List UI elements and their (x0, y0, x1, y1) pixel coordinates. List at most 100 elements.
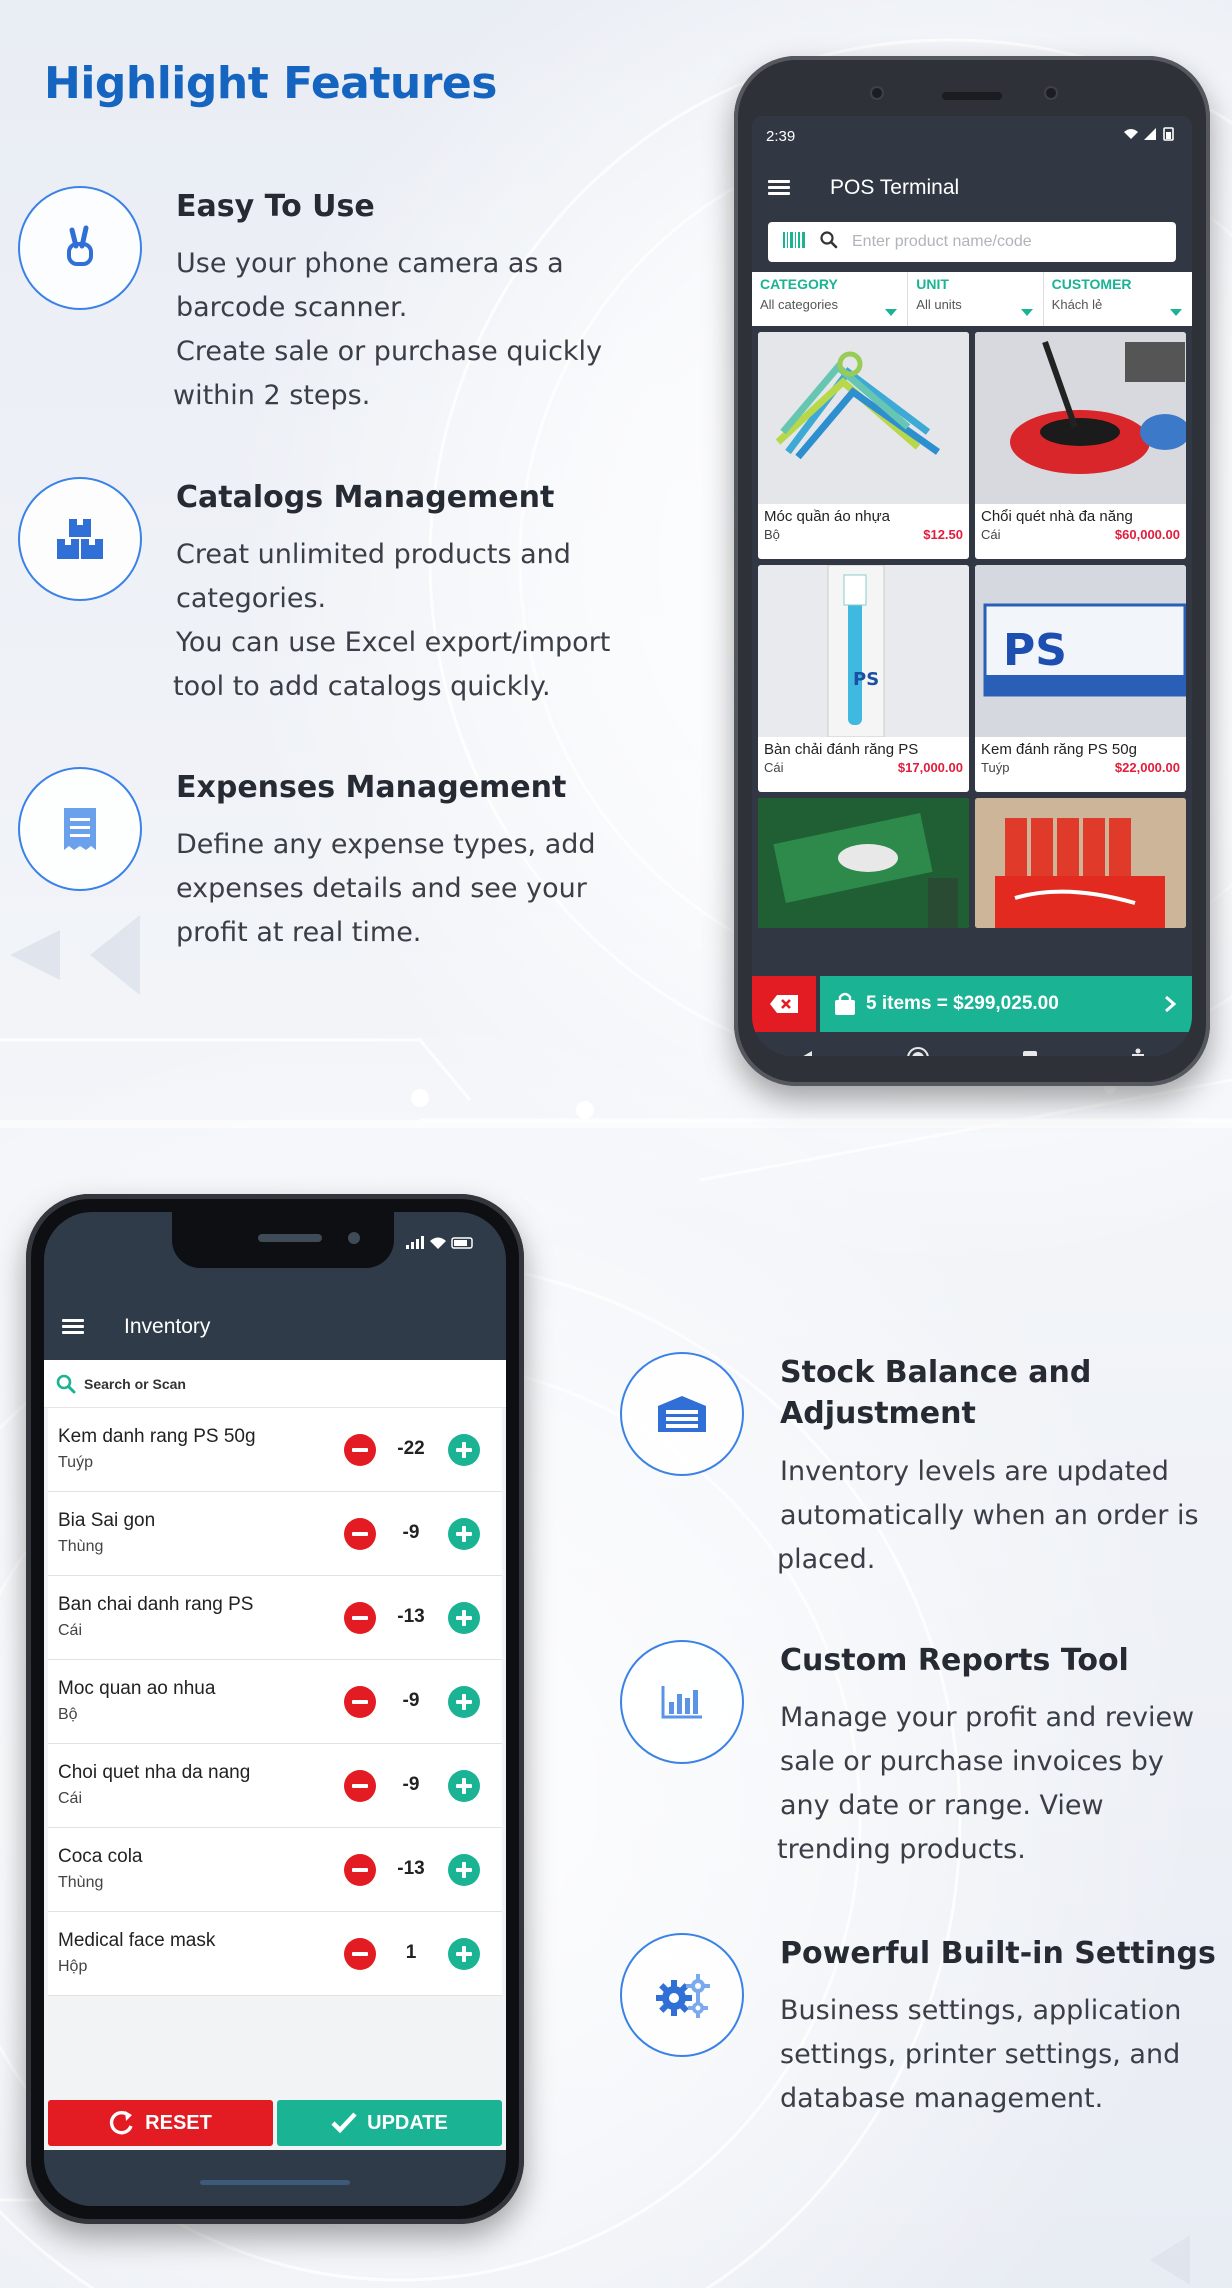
inventory-row: Medical face mask Hộp 1 (48, 1912, 502, 1996)
decrease-button[interactable] (344, 1434, 376, 1466)
back-nav-icon[interactable] (798, 1050, 814, 1056)
search-scan-field[interactable]: Search or Scan (44, 1360, 506, 1408)
filter-value: All units (916, 297, 962, 312)
inventory-row: Coca cola Thùng -13 (48, 1828, 502, 1912)
item-unit: Cái (58, 1622, 83, 1639)
shopping-bag-icon (835, 992, 855, 1015)
front-sensor (1044, 86, 1058, 100)
recents-nav-icon[interactable] (1022, 1050, 1038, 1056)
feature-desc-line: barcode scanner. (176, 292, 408, 323)
reset-label: RESET (145, 2111, 212, 2134)
feature-desc-line: expenses details and see your (176, 873, 587, 904)
product-card[interactable] (975, 798, 1186, 928)
status-icons (1122, 127, 1178, 145)
item-quantity: -22 (397, 1438, 425, 1459)
increase-button[interactable] (448, 1518, 480, 1550)
product-image-hangers (758, 332, 969, 504)
item-unit: Thùng (58, 1538, 104, 1555)
product-price: $22,000.00 (1114, 760, 1180, 775)
feature-desc-line: tool to add catalogs quickly. (173, 671, 551, 702)
increase-button[interactable] (448, 1602, 480, 1634)
item-quantity: 1 (405, 1942, 417, 1963)
item-quantity: -9 (402, 1774, 420, 1795)
barcode-scan-icon[interactable] (782, 231, 806, 254)
update-button[interactable]: UPDATE (277, 2100, 502, 2146)
product-card[interactable]: Chổi quét nhà đa năng Cái $60,000.00 (975, 332, 1186, 559)
inventory-app-bar: Inventory (44, 1294, 506, 1360)
customer-filter[interactable]: CUSTOMER Khách lẻ (1044, 272, 1192, 326)
search-label: Search or Scan (84, 1375, 186, 1392)
feature-desc-line: trending products. (777, 1834, 1026, 1865)
home-indicator (200, 2180, 350, 2185)
feature-desc-line: placed. (777, 1544, 876, 1575)
filter-label: UNIT (916, 276, 949, 292)
item-name: Coca cola (58, 1846, 143, 1867)
hamburger-menu-icon[interactable] (62, 1319, 84, 1335)
product-image-coca-cola (975, 798, 1186, 928)
feature-easy-to-use: Easy To Use Use your phone camera as a b… (18, 186, 658, 426)
product-card[interactable]: PS Kem đánh răng PS 50g Tuýp $22,000.00 (975, 565, 1186, 792)
pos-app-bar: POS Terminal (752, 156, 1192, 220)
increase-button[interactable] (448, 1686, 480, 1718)
accessibility-icon[interactable] (1130, 1048, 1146, 1056)
increase-button[interactable] (448, 1434, 480, 1466)
home-nav-icon[interactable] (906, 1046, 930, 1056)
inventory-row: Bia Sai gon Thùng -9 (48, 1492, 502, 1576)
feature-desc-line: profit at real time. (176, 917, 422, 948)
hamburger-menu-icon[interactable] (768, 180, 790, 196)
filter-value: All categories (760, 297, 839, 312)
unit-filter[interactable]: UNIT All units (908, 272, 1044, 326)
product-search-bar[interactable]: Enter product name/code (768, 222, 1176, 262)
feature-desc-line: Creat unlimited products and (176, 539, 571, 570)
update-label: UPDATE (367, 2111, 448, 2134)
search-icon (56, 1374, 76, 1393)
svg-text:PS: PS (1003, 625, 1067, 676)
item-name: Kem danh rang PS 50g (58, 1426, 256, 1447)
decrease-button[interactable] (344, 1518, 376, 1550)
feature-desc-line: automatically when an order is (780, 1500, 1199, 1531)
bar-chart-icon (620, 1640, 744, 1764)
clear-cart-button[interactable] (752, 976, 816, 1032)
product-card[interactable]: Móc quần áo nhựa Bộ $12.50 (758, 332, 969, 559)
feature-custom-reports: Custom Reports Tool Manage your profit a… (620, 1640, 1232, 1880)
backspace-icon (770, 995, 798, 1013)
app-title: POS Terminal (830, 176, 960, 199)
feature-desc-line: You can use Excel export/import (176, 627, 611, 658)
product-name: Chổi quét nhà đa năng (981, 508, 1133, 525)
checkout-button[interactable]: 5 items = $299,025.00 (820, 976, 1192, 1032)
product-unit: Cái (981, 527, 1001, 542)
inventory-row: Kem danh rang PS 50g Tuýp -22 (48, 1408, 502, 1492)
product-name: Bàn chải đánh răng PS (764, 741, 919, 758)
decrease-button[interactable] (344, 1938, 376, 1970)
product-image-sweeper (975, 332, 1186, 504)
search-input[interactable]: Enter product name/code (852, 233, 1032, 251)
item-name: Ban chai danh rang PS (58, 1594, 254, 1615)
inventory-row: Ban chai danh rang PS Cái -13 (48, 1576, 502, 1660)
feature-title: Easy To Use (176, 189, 375, 224)
status-icons (406, 1236, 476, 1255)
feature-desc-line: Create sale or purchase quickly (176, 336, 603, 367)
feature-desc-line: Use your phone camera as a (176, 248, 564, 279)
product-card[interactable]: PS Bàn chải đánh răng PS Cái $17,000.00 (758, 565, 969, 792)
filter-bar: CATEGORY All categories UNIT All units C… (752, 272, 1192, 326)
gears-icon (620, 1933, 744, 2057)
product-name: Móc quần áo nhựa (764, 508, 890, 525)
feature-expenses-management: Expenses Management Define any expense t… (18, 767, 658, 967)
product-price: $60,000.00 (1114, 527, 1180, 542)
increase-button[interactable] (448, 1938, 480, 1970)
pos-screen: 2:39 POS Terminal Enter product name/cod… (752, 116, 1192, 1056)
decrease-button[interactable] (344, 1854, 376, 1886)
increase-button[interactable] (448, 1770, 480, 1802)
dropdown-arrow-icon (885, 309, 898, 316)
product-card[interactable] (758, 798, 969, 928)
increase-button[interactable] (448, 1854, 480, 1886)
product-price: $12.50 (923, 527, 963, 542)
reset-button[interactable]: RESET (48, 2100, 273, 2146)
decrease-button[interactable] (344, 1770, 376, 1802)
product-name: Kem đánh răng PS 50g (981, 741, 1137, 758)
phone-notch (172, 1212, 394, 1268)
decrease-button[interactable] (344, 1602, 376, 1634)
decrease-button[interactable] (344, 1686, 376, 1718)
category-filter[interactable]: CATEGORY All categories (752, 272, 909, 326)
dropdown-arrow-icon (1170, 309, 1182, 316)
